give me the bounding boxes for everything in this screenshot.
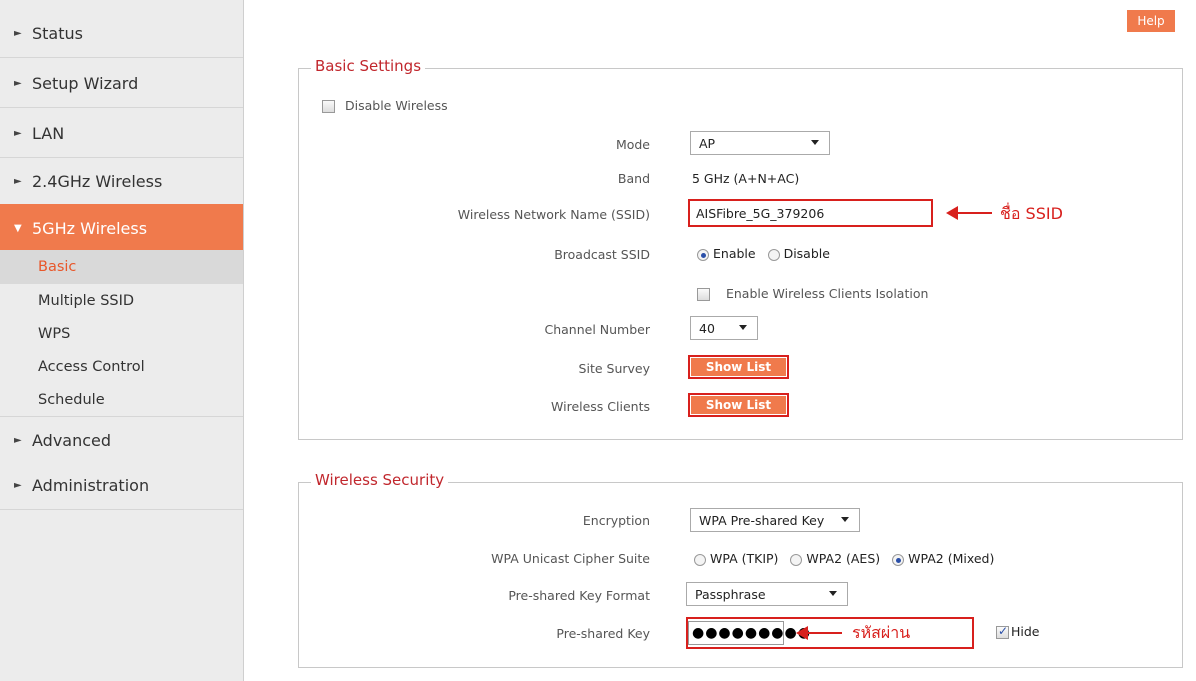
- chevron-down-icon: [841, 517, 849, 522]
- site-survey-button-frame: Show List: [688, 355, 789, 379]
- sub-item-multiple-ssid[interactable]: Multiple SSID: [0, 284, 243, 318]
- disable-wireless-row: Disable Wireless: [322, 98, 448, 113]
- nav-item-lan[interactable]: ► LAN: [0, 110, 243, 158]
- nav-item-label: Setup Wizard: [32, 74, 139, 93]
- key-format-select[interactable]: Passphrase: [686, 582, 848, 606]
- ssid-annotation: ชื่อ SSID: [1000, 204, 1063, 223]
- basic-settings-legend: Basic Settings: [311, 57, 426, 75]
- nav-item-label: 5GHz Wireless: [32, 218, 148, 238]
- sub-item-access-control[interactable]: Access Control: [0, 350, 243, 384]
- nav-item-label: Administration: [32, 476, 150, 495]
- sub-item-label: Schedule: [38, 392, 105, 408]
- hide-label: Hide: [1011, 624, 1040, 639]
- isolation-checkbox[interactable]: [697, 288, 710, 301]
- nav-item-5ghz-wireless[interactable]: ▼ 5GHz Wireless: [0, 204, 243, 252]
- sidebar: ► Status ► Setup Wizard ► LAN ► 2.4GHz W…: [0, 0, 244, 681]
- nav-item-label: Advanced: [32, 430, 112, 450]
- broadcast-disable-radio[interactable]: [767, 248, 780, 261]
- broadcast-ssid-options: Enable Disable: [697, 246, 830, 261]
- sub-item-label: Access Control: [38, 359, 145, 375]
- broadcast-disable-label: Disable: [783, 246, 830, 261]
- nav-item-label: LAN: [32, 124, 65, 143]
- triangle-right-icon: ►: [14, 434, 22, 446]
- nav-item-label: Status: [32, 24, 83, 43]
- triangle-right-icon: ►: [14, 128, 22, 139]
- mode-select[interactable]: AP: [690, 131, 830, 155]
- channel-label: Channel Number: [544, 322, 650, 337]
- wireless-clients-button-frame: Show List: [688, 393, 789, 417]
- sub-item-schedule[interactable]: Schedule: [0, 383, 243, 417]
- triangle-right-icon: ►: [14, 78, 22, 89]
- password-annotation: รหัสผ่าน: [852, 623, 911, 642]
- chevron-down-icon: [739, 325, 747, 330]
- broadcast-enable-label: Enable: [713, 246, 756, 261]
- cipher-mixed-label: WPA2 (Mixed): [908, 551, 995, 566]
- encryption-value: WPA Pre-shared Key: [699, 512, 825, 528]
- band-value: 5 GHz (A+N+AC): [692, 171, 800, 186]
- disable-wireless-checkbox[interactable]: [322, 100, 335, 113]
- chevron-down-icon: [829, 591, 837, 596]
- cipher-tkip-radio[interactable]: [694, 553, 706, 566]
- nav-item-setup-wizard[interactable]: ► Setup Wizard: [0, 60, 243, 108]
- key-format-label: Pre-shared Key Format: [508, 588, 650, 603]
- wireless-clients-show-list-button[interactable]: Show List: [691, 396, 786, 414]
- wireless-security-legend: Wireless Security: [311, 471, 449, 489]
- sub-item-basic[interactable]: Basic: [0, 250, 243, 284]
- cipher-aes-radio[interactable]: [790, 553, 803, 566]
- sub-item-label: Multiple SSID: [38, 293, 135, 309]
- cipher-tkip-label: WPA (TKIP): [710, 551, 779, 566]
- broadcast-enable-radio[interactable]: [697, 248, 709, 261]
- band-label: Band: [617, 171, 650, 186]
- sub-item-wps[interactable]: WPS: [0, 317, 243, 351]
- mode-value: AP: [699, 135, 716, 151]
- nav-item-advanced[interactable]: ► Advanced: [0, 416, 243, 464]
- encryption-select[interactable]: WPA Pre-shared Key: [690, 508, 860, 532]
- chevron-down-icon: [811, 140, 819, 145]
- ssid-input[interactable]: AISFibre_5G_379206: [688, 199, 933, 227]
- ssid-label: Wireless Network Name (SSID): [457, 207, 650, 222]
- encryption-label: Encryption: [582, 513, 650, 528]
- sub-item-label: Basic: [38, 259, 77, 275]
- channel-value: 40: [699, 320, 715, 336]
- site-survey-show-list-button[interactable]: Show List: [691, 358, 786, 376]
- broadcast-ssid-label: Broadcast SSID: [554, 247, 650, 262]
- cipher-suite-label: WPA Unicast Cipher Suite: [491, 551, 650, 566]
- channel-select[interactable]: 40: [690, 316, 758, 340]
- hide-row: Hide: [996, 624, 1040, 639]
- disable-wireless-label: Disable Wireless: [344, 98, 448, 113]
- key-format-value: Passphrase: [695, 586, 766, 602]
- triangle-right-icon: ►: [14, 480, 22, 491]
- cipher-mixed-radio[interactable]: [892, 553, 905, 566]
- triangle-right-icon: ►: [14, 28, 22, 39]
- nav-item-status[interactable]: ► Status: [0, 10, 243, 58]
- ssid-annotation-arrow: [946, 206, 992, 220]
- nav-item-label: 2.4GHz Wireless: [32, 172, 163, 191]
- pre-shared-key-input[interactable]: ●●●●●●●●●: [688, 621, 810, 645]
- cipher-aes-label: WPA2 (AES): [806, 551, 881, 566]
- triangle-down-icon: ▼: [14, 222, 22, 234]
- sub-item-label: WPS: [38, 326, 71, 342]
- wireless-clients-label: Wireless Clients: [551, 399, 650, 414]
- nav-item-24ghz-wireless[interactable]: ► 2.4GHz Wireless: [0, 158, 243, 206]
- isolation-row: Enable Wireless Clients Isolation: [697, 286, 928, 301]
- nav-item-administration[interactable]: ► Administration: [0, 462, 243, 510]
- site-survey-label: Site Survey: [578, 361, 650, 376]
- cipher-suite-options: WPA (TKIP) WPA2 (AES) WPA2 (Mixed): [694, 551, 994, 566]
- mode-label: Mode: [615, 137, 650, 152]
- triangle-right-icon: ►: [14, 176, 22, 187]
- isolation-label: Enable Wireless Clients Isolation: [725, 286, 929, 301]
- pre-shared-key-label: Pre-shared Key: [556, 626, 650, 641]
- help-button[interactable]: Help: [1127, 10, 1175, 32]
- hide-checkbox[interactable]: [996, 624, 1009, 639]
- password-annotation-arrow: [796, 626, 842, 640]
